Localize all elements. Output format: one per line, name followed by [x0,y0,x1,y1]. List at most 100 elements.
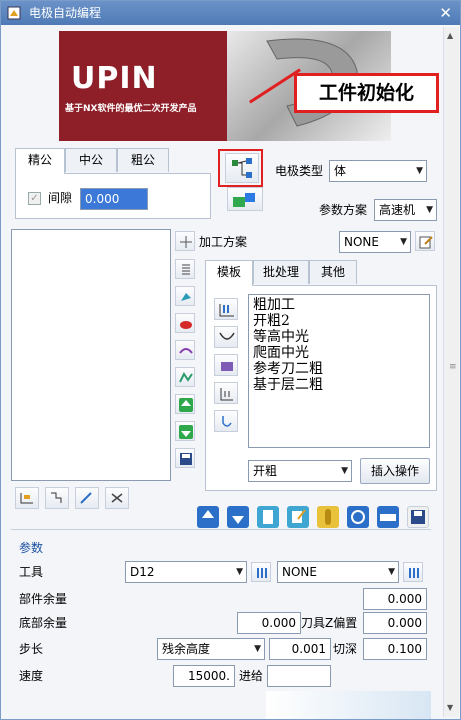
new-button[interactable] [257,506,279,528]
part-stock-input[interactable]: 0.000 [363,588,427,610]
template-item[interactable]: 粗加工 [253,297,295,313]
template-icon-2[interactable] [214,326,238,348]
tab-label: 其他 [320,265,345,279]
scroll-thumb[interactable]: ≡ [449,363,457,378]
save-icon [180,453,192,465]
close-icon[interactable]: ✕ [439,1,452,25]
window: 电极自动编程 ✕ ▲ ≡ ▼ UPIN 基于NX软件的最优二次开发产品 工件初始… [0,0,461,720]
gap-input[interactable]: 0.000 [80,188,148,210]
tool-select[interactable]: D12 ▼ [125,561,247,583]
floor-stock-input[interactable]: 0.000 [237,612,301,634]
save-list-button[interactable] [175,448,195,468]
feed-input[interactable] [267,665,331,687]
edit-template-button[interactable] [287,506,309,528]
import-button[interactable] [197,506,219,528]
speed-input[interactable]: 15000. [173,665,235,687]
save-button[interactable] [407,506,429,528]
stepover-input[interactable]: 0.001 [269,638,331,660]
tool2-lib-button[interactable] [403,562,423,582]
stepover-mode-select[interactable]: 残余高度 ▼ [157,638,265,660]
template-item[interactable]: 参考刀二粗 [253,361,323,377]
operation-list[interactable] [11,229,171,481]
electrode-type-value: 体 [334,164,347,178]
electrode-type-label: 电极类型 [275,164,324,178]
chevron-down-icon: ▼ [400,237,407,247]
scroll-down-icon[interactable]: ▼ [447,703,453,712]
operation-type-select[interactable]: 开粗 ▼ [248,460,352,482]
tab-template[interactable]: 模板 [205,260,253,286]
template-icon-3[interactable] [214,354,238,376]
bottom-tool-2[interactable] [45,487,69,509]
electrode-icon [233,193,255,207]
bottom-tool-3[interactable] [75,487,99,509]
move-down-button[interactable] [175,421,195,441]
template-icon-1[interactable] [214,298,238,320]
save-icon [411,510,425,524]
tab-label: 粗公 [130,153,155,167]
edit-scheme-button[interactable] [415,231,435,251]
tab-fine[interactable]: 精公 [15,148,65,174]
floor-stock-label: 底部余量 [19,616,68,630]
tab-medium[interactable]: 中公 [65,148,117,172]
template-list[interactable]: 粗加工 开粗2 等高中光 爬面中光 参考刀二粗 基于层二粗 [248,294,430,448]
tool-button-4[interactable] [175,367,195,387]
surface-finish-icon [221,362,233,371]
params-title: 参数 [19,541,44,555]
name-tag-icon [380,514,396,521]
template-item[interactable]: 爬面中光 [253,345,309,361]
tool-button-2[interactable] [175,313,195,333]
list-button[interactable] [175,259,195,279]
vertical-scrollbar[interactable]: ▲ ≡ ▼ [443,27,459,717]
electrode-body-button[interactable] [227,187,263,211]
machining-scheme-label: 加工方案 [199,235,248,249]
insert-operation-button[interactable]: 插入操作 [360,458,430,484]
workpiece-init-button[interactable] [225,153,259,183]
edit-icon [419,236,433,249]
export-button[interactable] [227,506,249,528]
scroll-up-icon[interactable]: ▲ [447,31,453,40]
cut-depth-label: 切深 [333,642,358,656]
brand-logo: UPIN [71,61,158,96]
tool-button-3[interactable] [175,340,195,360]
page-icon [263,510,273,524]
template-icon-4[interactable] [214,382,238,404]
callout-label: 工件初始化 [294,73,439,113]
left-tab-panel: ✓ 间隙 0.000 [15,173,211,219]
template-icon-5[interactable] [214,410,238,432]
template-item[interactable]: 等高中光 [253,329,309,345]
bottom-tool-4[interactable] [105,487,129,509]
arrow-up-icon [202,510,214,518]
electrode-type-select[interactable]: 体 ▼ [329,160,427,182]
tool-button[interactable] [317,506,339,528]
contour-icon [219,332,235,340]
bottom-tool-1[interactable] [15,487,39,509]
tab-rough[interactable]: 粗公 [117,148,169,172]
axis-button[interactable] [175,231,195,251]
param-scheme-select[interactable]: 高速机 ▼ [374,199,437,221]
rename-button[interactable] [377,506,399,528]
tab-other[interactable]: 其他 [309,260,357,284]
app-icon [7,6,21,20]
template-item[interactable]: 开粗2 [253,313,290,329]
template-item[interactable]: 基于层二粗 [253,377,323,393]
edit-page-icon [292,509,306,523]
tool-button-1[interactable] [175,286,195,306]
move-up-button[interactable] [175,394,195,414]
tab-label: 精公 [27,153,52,167]
tab-label: 批处理 [262,265,299,279]
window-title: 电极自动编程 [29,6,102,20]
gap-checkbox[interactable]: ✓ [28,192,41,205]
tool2-select[interactable]: NONE ▼ [277,561,399,583]
tool-lib-button[interactable] [251,562,271,582]
tool-lib-icon [409,568,419,578]
tab-label: 模板 [216,265,241,279]
layer-mill-icon [222,416,232,427]
tool-value: D12 [130,565,155,579]
cut-depth-input[interactable]: 0.100 [363,638,427,660]
tab-batch[interactable]: 批处理 [253,260,309,284]
machining-scheme-select[interactable]: NONE ▼ [339,231,411,253]
mill-tool-icon [181,293,191,301]
tool-z-offset-input[interactable]: 0.000 [363,612,427,634]
settings-button[interactable] [347,506,369,528]
surface-icon [179,372,193,383]
